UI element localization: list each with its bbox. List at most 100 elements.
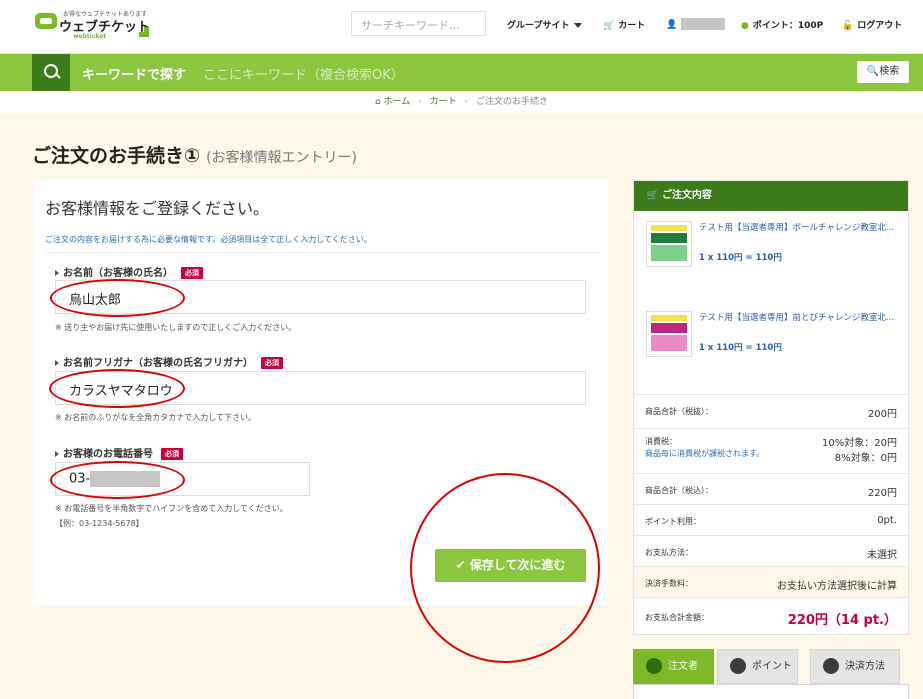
cart-link[interactable]: 🛒 カート xyxy=(603,18,645,31)
fee-value: お支払い方法選択後に計算 xyxy=(777,581,897,592)
breadcrumb-current: ご注文のお手続き xyxy=(476,97,549,107)
tab-points-label: ポイント xyxy=(752,661,792,672)
annotation-oval-kana xyxy=(49,369,185,408)
cart-label: カート xyxy=(618,21,646,31)
divider xyxy=(45,252,598,253)
tab-payment[interactable]: 決済方法 xyxy=(810,649,900,684)
phone-label: お客様のお電話番号 必須 xyxy=(55,445,183,460)
logout-label: ログアウト xyxy=(857,21,903,31)
phone-hint: ※ お電話番号を半角数字でハイフンを含めて入力してください。 xyxy=(55,504,288,513)
item-thumbnail-image xyxy=(649,314,689,354)
tax-8: 8%対象：0円 xyxy=(834,453,897,464)
subtotal-row: 商品合計（税抜）： 200円 xyxy=(634,394,908,428)
grand-total-value: 220円（14 pt.） xyxy=(787,613,897,628)
grand-total-row: お支払合計金額： 220円（14 pt.） xyxy=(634,597,908,634)
fee-row: 決済手数料： お支払い方法選択後に計算 xyxy=(634,566,908,597)
kana-hint: ※ お名前のふりがなを全角カタカナで入力して下さい。 xyxy=(55,413,257,422)
keyword-label: キーワードで探す xyxy=(82,68,187,83)
cart-icon: 🛒 xyxy=(646,190,659,201)
thumbnail-tag xyxy=(651,225,687,231)
site-logo[interactable]: お得なウェブチケットあります ウェブチケット webticket xyxy=(35,9,150,41)
points-used-label: ポイント利用： xyxy=(645,517,701,526)
payment-label: お支払方法： xyxy=(645,548,693,557)
tab-panel xyxy=(633,684,909,699)
item-title[interactable]: テスト用【当選者専用】前とびチャレンジ教室北... xyxy=(699,311,899,325)
logo-squares-icon xyxy=(139,27,149,37)
points-label: ポイント：100P xyxy=(752,21,824,31)
site-header: お得なウェブチケットあります ウェブチケット webticket サーチキーワー… xyxy=(0,0,923,54)
keyword-search-bar: キーワードで探す ここにキーワード（複合検索OK） 🔍検索 xyxy=(0,54,923,91)
order-item: テスト用【当選者専用】ボールチャレンジ教室北... 1 x 110円 = 110… xyxy=(646,221,902,271)
order-heading: 🛒 ご注文内容 xyxy=(634,181,908,211)
required-badge: 必須 xyxy=(181,267,203,279)
item-thumbnail-image xyxy=(649,224,689,264)
order-summary: 🛒 ご注文内容 テスト用【当選者専用】ボールチャレンジ教室北... 1 x 11… xyxy=(633,180,909,635)
name-label-text: お名前（お客様の氏名） xyxy=(63,268,173,279)
item-thumbnail[interactable] xyxy=(646,221,692,267)
kana-label: お名前フリガナ（お客様の氏名フリガナ） 必須 xyxy=(55,354,283,369)
tax-note: 商品毎に消費税が課税されます。 xyxy=(645,449,765,458)
phone-label-text: お客様のお電話番号 xyxy=(63,449,153,460)
order-heading-label: ご注文内容 xyxy=(661,190,712,201)
item-qty: 1 x 110円 = 110円 xyxy=(699,343,782,353)
keyword-search-label: 検索 xyxy=(879,66,900,77)
user-plus-icon: 👤 xyxy=(666,19,678,30)
total-incl-value: 220円 xyxy=(867,488,897,499)
page-title: ご注文のお手続き① (お客様情報エントリー) xyxy=(32,141,357,168)
search-icon[interactable] xyxy=(32,54,70,91)
user-icon xyxy=(646,658,662,674)
tab-orderer-label: 注文者 xyxy=(668,661,698,672)
group-site-label: グループサイト xyxy=(507,21,570,31)
tab-payment-label: 決済方法 xyxy=(845,661,885,672)
page-subtitle: (お客様情報エントリー) xyxy=(206,150,358,166)
form-heading: お客様情報をご登録ください。 xyxy=(45,199,270,218)
breadcrumb-separator: › xyxy=(464,97,469,107)
checkout-tabs: 注文者 ポイント 決済方法 xyxy=(633,649,909,699)
tab-orderer[interactable]: 注文者 xyxy=(633,649,714,684)
cart-icon: 🛒 xyxy=(603,21,615,31)
required-badge: 必須 xyxy=(161,448,183,460)
order-item: テスト用【当選者専用】前とびチャレンジ教室北... 1 x 110円 = 110… xyxy=(646,311,902,361)
fee-label: 決済手数料： xyxy=(645,579,693,588)
keyword-search-button[interactable]: 🔍検索 xyxy=(857,61,909,83)
kana-label-text: お名前フリガナ（お客様の氏名フリガナ） xyxy=(63,358,253,369)
site-search-input[interactable]: サーチキーワード… xyxy=(351,11,486,36)
total-incl-row: 商品合計（税込）： 220円 xyxy=(634,473,908,504)
subtotal-value: 200円 xyxy=(867,409,897,420)
breadcrumb-home-label: ホーム xyxy=(383,97,411,107)
payment-row: お支払方法： 未選択 xyxy=(634,535,908,566)
total-incl-label: 商品合計（税込）： xyxy=(645,486,713,495)
username-redacted xyxy=(681,18,726,30)
unlock-icon: 🔓 xyxy=(842,21,854,31)
logout-link[interactable]: 🔓 ログアウト xyxy=(842,18,902,31)
thumbnail-title-band xyxy=(651,233,687,243)
breadcrumb-home[interactable]: ⌂ ホーム xyxy=(375,97,410,107)
points-used-value: 0pt. xyxy=(877,515,897,526)
item-qty: 1 x 110円 = 110円 xyxy=(699,253,782,263)
home-icon: ⌂ xyxy=(374,97,381,107)
required-badge: 必須 xyxy=(261,357,283,369)
annotation-oval-phone xyxy=(50,461,185,499)
keyword-input[interactable]: ここにキーワード（複合検索OK） xyxy=(203,64,404,83)
grand-total-label: お支払合計金額： xyxy=(645,613,709,622)
name-label: お名前（お客様の氏名） 必須 xyxy=(55,264,203,279)
payment-value: 未選択 xyxy=(867,550,897,561)
tab-points[interactable]: ポイント xyxy=(717,649,798,684)
breadcrumb-separator: › xyxy=(418,97,422,107)
caret-down-icon xyxy=(574,23,583,28)
points-row: ポイント利用： 0pt. xyxy=(634,504,908,535)
credit-card-icon xyxy=(823,658,839,674)
form-note: ご注文の内容をお届けする為に必要な情報です。必須項目は全て正しく入力してください… xyxy=(45,235,372,244)
name-hint: ※ 送り主やお届け先に使用いたしますので正しくご入力ください。 xyxy=(55,323,297,332)
tax-label: 消費税： xyxy=(645,437,677,446)
thumbnail-title-band xyxy=(651,323,687,333)
thumbnail-tag xyxy=(651,315,687,321)
item-title[interactable]: テスト用【当選者専用】ボールチャレンジ教室北... xyxy=(699,221,899,235)
item-thumbnail[interactable] xyxy=(646,311,692,357)
user-link[interactable]: 👤 xyxy=(666,18,726,30)
group-site-menu[interactable]: グループサイト xyxy=(507,18,583,31)
circle-icon: ● xyxy=(741,21,749,31)
bookmark-icon xyxy=(730,658,746,674)
breadcrumb-cart[interactable]: カート xyxy=(430,97,457,107)
points-link[interactable]: ● ポイント：100P xyxy=(741,18,823,31)
